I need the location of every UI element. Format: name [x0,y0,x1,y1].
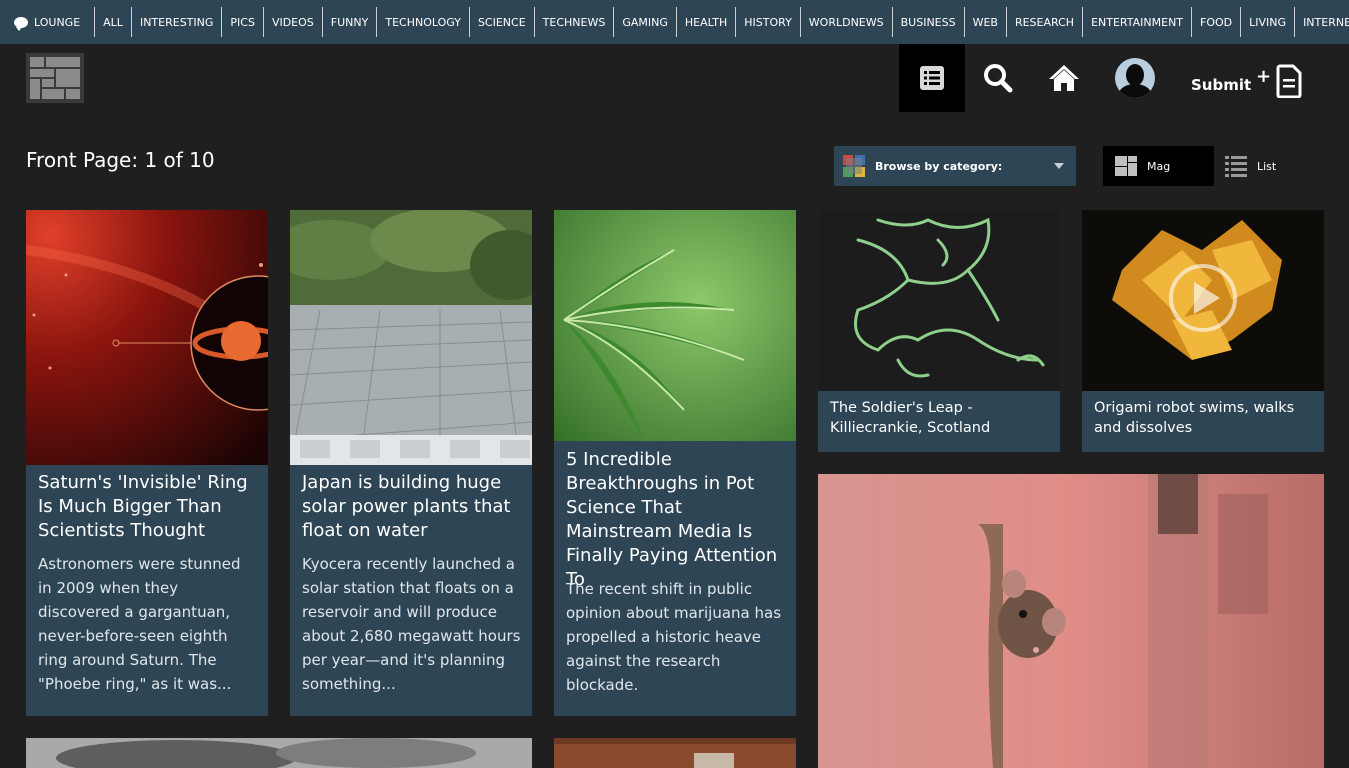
saturn-ring-image [26,210,268,465]
list-label: List [1257,159,1277,173]
cannabis-leaf-image [554,210,796,441]
top-nav: LOUNGE ALL INTERESTING PICS VIDEOS FUNNY TECH… [0,0,1349,44]
article-title[interactable]: The Soldier's Leap - Killiecrankie, Scot… [830,398,1050,438]
svg-text:+: + [1256,66,1271,87]
article-title[interactable]: 5 Incredible Breakthroughs in Pot Scienc… [566,448,784,592]
submit-link[interactable]: Submit [1191,76,1251,94]
mag-layout-icon [1115,156,1137,176]
article-title[interactable]: Origami robot swims, walks and dissolves [1094,398,1314,438]
search-button[interactable] [978,58,1018,98]
browse-category-dropdown[interactable]: Browse by category: [834,146,1076,186]
soldiers-leap-image [818,210,1060,391]
article-title[interactable]: Japan is building huge solar power plant… [302,471,520,543]
article-card[interactable]: 5 Incredible Breakthroughs in Pot Scienc… [554,210,796,716]
search-icon [984,64,1013,93]
nav-link-living[interactable]: LIVING [1240,7,1294,37]
nav-link-pics[interactable]: PICS [221,7,263,37]
nav-link-funny[interactable]: FUNNY [321,7,377,37]
brick-image [554,738,796,768]
nav-link-internet[interactable]: INTERNET [1294,7,1349,37]
article-title[interactable]: Saturn's 'Invisible' Ring Is Much Bigger… [38,471,256,543]
nav-link-science[interactable]: SCIENCE [468,7,534,37]
avatar[interactable] [1115,58,1155,98]
nav-link-health[interactable]: HEALTH [675,7,735,37]
nav-link-technews[interactable]: TECHNEWS [533,7,614,37]
nav-link-videos[interactable]: VIDEOS [262,7,322,37]
nav-link-interesting[interactable]: INTERESTING [130,7,221,37]
nav-link-entertainment[interactable]: ENTERTAINMENT [1082,7,1191,37]
article-summary: Kyocera recently launched a solar statio… [302,555,521,693]
article-card[interactable]: The Soldier's Leap - Killiecrankie, Scot… [818,210,1060,452]
home-icon [1049,65,1079,91]
list-view-toggle[interactable]: List [1225,146,1305,186]
article-summary: Astronomers were stunned in 2009 when th… [38,555,241,693]
list-icon [920,66,944,90]
nav-link-gaming[interactable]: GAMING [613,7,676,37]
mouse-in-wall-image [818,474,1324,768]
home-button[interactable] [1044,58,1084,98]
chat-bubble-icon [14,16,28,31]
mag-label: Mag [1147,159,1171,173]
article-card[interactable]: Saturn's 'Invisible' Ring Is Much Bigger… [26,210,268,716]
category-grid-icon [843,155,865,177]
logo-icon[interactable] [26,53,84,103]
nav-link-web[interactable]: WEB [963,7,1006,37]
chevron-down-icon [1054,163,1064,169]
list-layout-icon [1225,156,1247,177]
nav-link-technology[interactable]: TECHNOLOGY [376,7,469,37]
nav-link-history[interactable]: HISTORY [735,7,800,37]
category-links: ALL INTERESTING PICS VIDEOS FUNNY TECHNOLOGY S… [94,7,1349,37]
nav-link-worldnews[interactable]: WORLDNEWS [799,7,892,37]
origami-robot-image [1082,210,1324,391]
article-card[interactable] [554,738,796,768]
submit-document-icon: + [1256,64,1302,99]
lounge-link[interactable]: LOUNGE [10,7,94,37]
article-card[interactable]: Japan is building huge solar power plant… [290,210,532,716]
list-view-button[interactable] [899,44,965,112]
solar-plant-image [290,210,532,465]
browse-label: Browse by category: [875,159,1003,173]
page-title: Front Page: 1 of 10 [26,148,215,172]
nav-link-food[interactable]: FOOD [1191,7,1240,37]
lounge-label: LOUNGE [34,15,81,29]
article-card[interactable]: Origami robot swims, walks and dissolves [1082,210,1324,452]
submit-button[interactable]: + [1256,64,1306,99]
mag-view-button[interactable]: Mag [1103,146,1214,186]
nav-link-business[interactable]: BUSINESS [891,7,964,37]
article-card[interactable] [26,738,532,768]
article-card[interactable] [818,474,1324,768]
article-summary: The recent shift in public opinion about… [566,580,782,694]
nav-link-all[interactable]: ALL [94,7,131,37]
nav-link-research[interactable]: RESEARCH [1005,7,1082,37]
smoke-image [26,738,532,768]
